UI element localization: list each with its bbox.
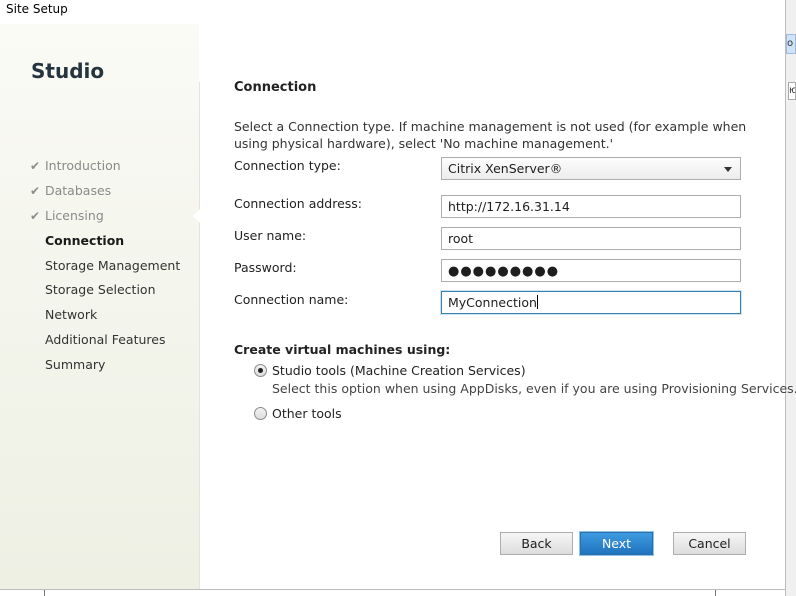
connection-address-input[interactable]: http://172.16.31.14 [441, 195, 741, 218]
studio-tools-hint: Select this option when using AppDisks, … [272, 381, 796, 396]
sidebar-item-label: Network [45, 307, 98, 322]
other-tools-radio[interactable] [254, 407, 267, 420]
sidebar-item-summary[interactable]: Summary [30, 357, 105, 372]
chevron-down-icon [724, 167, 732, 172]
sidebar-item-label: Summary [45, 357, 106, 372]
user-name-label: User name: [234, 228, 307, 243]
sidebar-item-introduction[interactable]: ✔ Introduction [30, 158, 121, 173]
next-button[interactable]: Next [580, 532, 653, 555]
page-description: Select a Connection type. If machine man… [234, 119, 747, 151]
background-divider [715, 590, 716, 596]
checkmark-icon: ✔ [30, 184, 41, 198]
sidebar-item-connection[interactable]: Connection [30, 233, 124, 248]
background-control-text: ю [789, 85, 795, 96]
connection-name-label: Connection name: [234, 292, 349, 307]
sidebar-item-storage-management[interactable]: Storage Management [30, 258, 180, 273]
sidebar-item-label: Licensing [45, 208, 104, 223]
background-tab[interactable]: o [786, 34, 796, 54]
checkmark-icon: ✔ [30, 159, 41, 173]
connection-type-label: Connection type: [234, 158, 341, 173]
panel-divider [199, 82, 200, 590]
background-tab-text: o [787, 38, 794, 49]
sidebar-title: Studio [31, 59, 105, 83]
studio-tools-radio[interactable] [254, 364, 267, 377]
window-title-bar[interactable]: Site Setup [0, 0, 785, 24]
sidebar-item-storage-selection[interactable]: Storage Selection [30, 282, 156, 297]
password-input[interactable]: ●●●●●●●●● [441, 259, 741, 282]
sidebar-item-network[interactable]: Network [30, 307, 97, 322]
sidebar-item-label: Storage Management [45, 258, 181, 273]
window-bottom-border [0, 589, 785, 590]
connection-type-value: Citrix XenServer® [448, 161, 563, 176]
user-name-input[interactable]: root [441, 227, 741, 250]
window-title: Site Setup [6, 2, 68, 16]
background-area [0, 590, 785, 596]
user-name-value: root [448, 231, 474, 246]
connection-type-select[interactable]: Citrix XenServer® [441, 157, 741, 180]
sidebar-item-licensing[interactable]: ✔ Licensing [30, 208, 104, 223]
sidebar-item-additional-features[interactable]: Additional Features [30, 332, 165, 347]
current-step-pointer [193, 209, 200, 223]
background-control[interactable]: ю [788, 82, 796, 100]
sidebar-item-label: Introduction [45, 158, 121, 173]
other-tools-label[interactable]: Other tools [272, 406, 342, 421]
create-vm-heading: Create virtual machines using: [234, 342, 451, 357]
back-button[interactable]: Back [500, 532, 573, 555]
cancel-button[interactable]: Cancel [673, 532, 746, 555]
sidebar-item-label: Connection [45, 233, 125, 248]
text-cursor [536, 295, 538, 309]
connection-address-label: Connection address: [234, 196, 363, 211]
sidebar-item-label: Databases [45, 183, 112, 198]
sidebar-item-label: Storage Selection [45, 282, 156, 297]
connection-address-value: http://172.16.31.14 [448, 199, 570, 214]
checkmark-icon: ✔ [30, 209, 41, 223]
connection-name-input[interactable]: MyConnection [441, 291, 741, 314]
page-title: Connection [234, 80, 317, 95]
password-label: Password: [234, 260, 297, 275]
connection-name-value: MyConnection [448, 295, 537, 310]
sidebar-item-label: Additional Features [45, 332, 166, 347]
password-value: ●●●●●●●●● [448, 264, 560, 279]
sidebar-item-databases[interactable]: ✔ Databases [30, 183, 111, 198]
studio-tools-label[interactable]: Studio tools (Machine Creation Services) [272, 363, 526, 378]
background-divider [44, 590, 45, 596]
